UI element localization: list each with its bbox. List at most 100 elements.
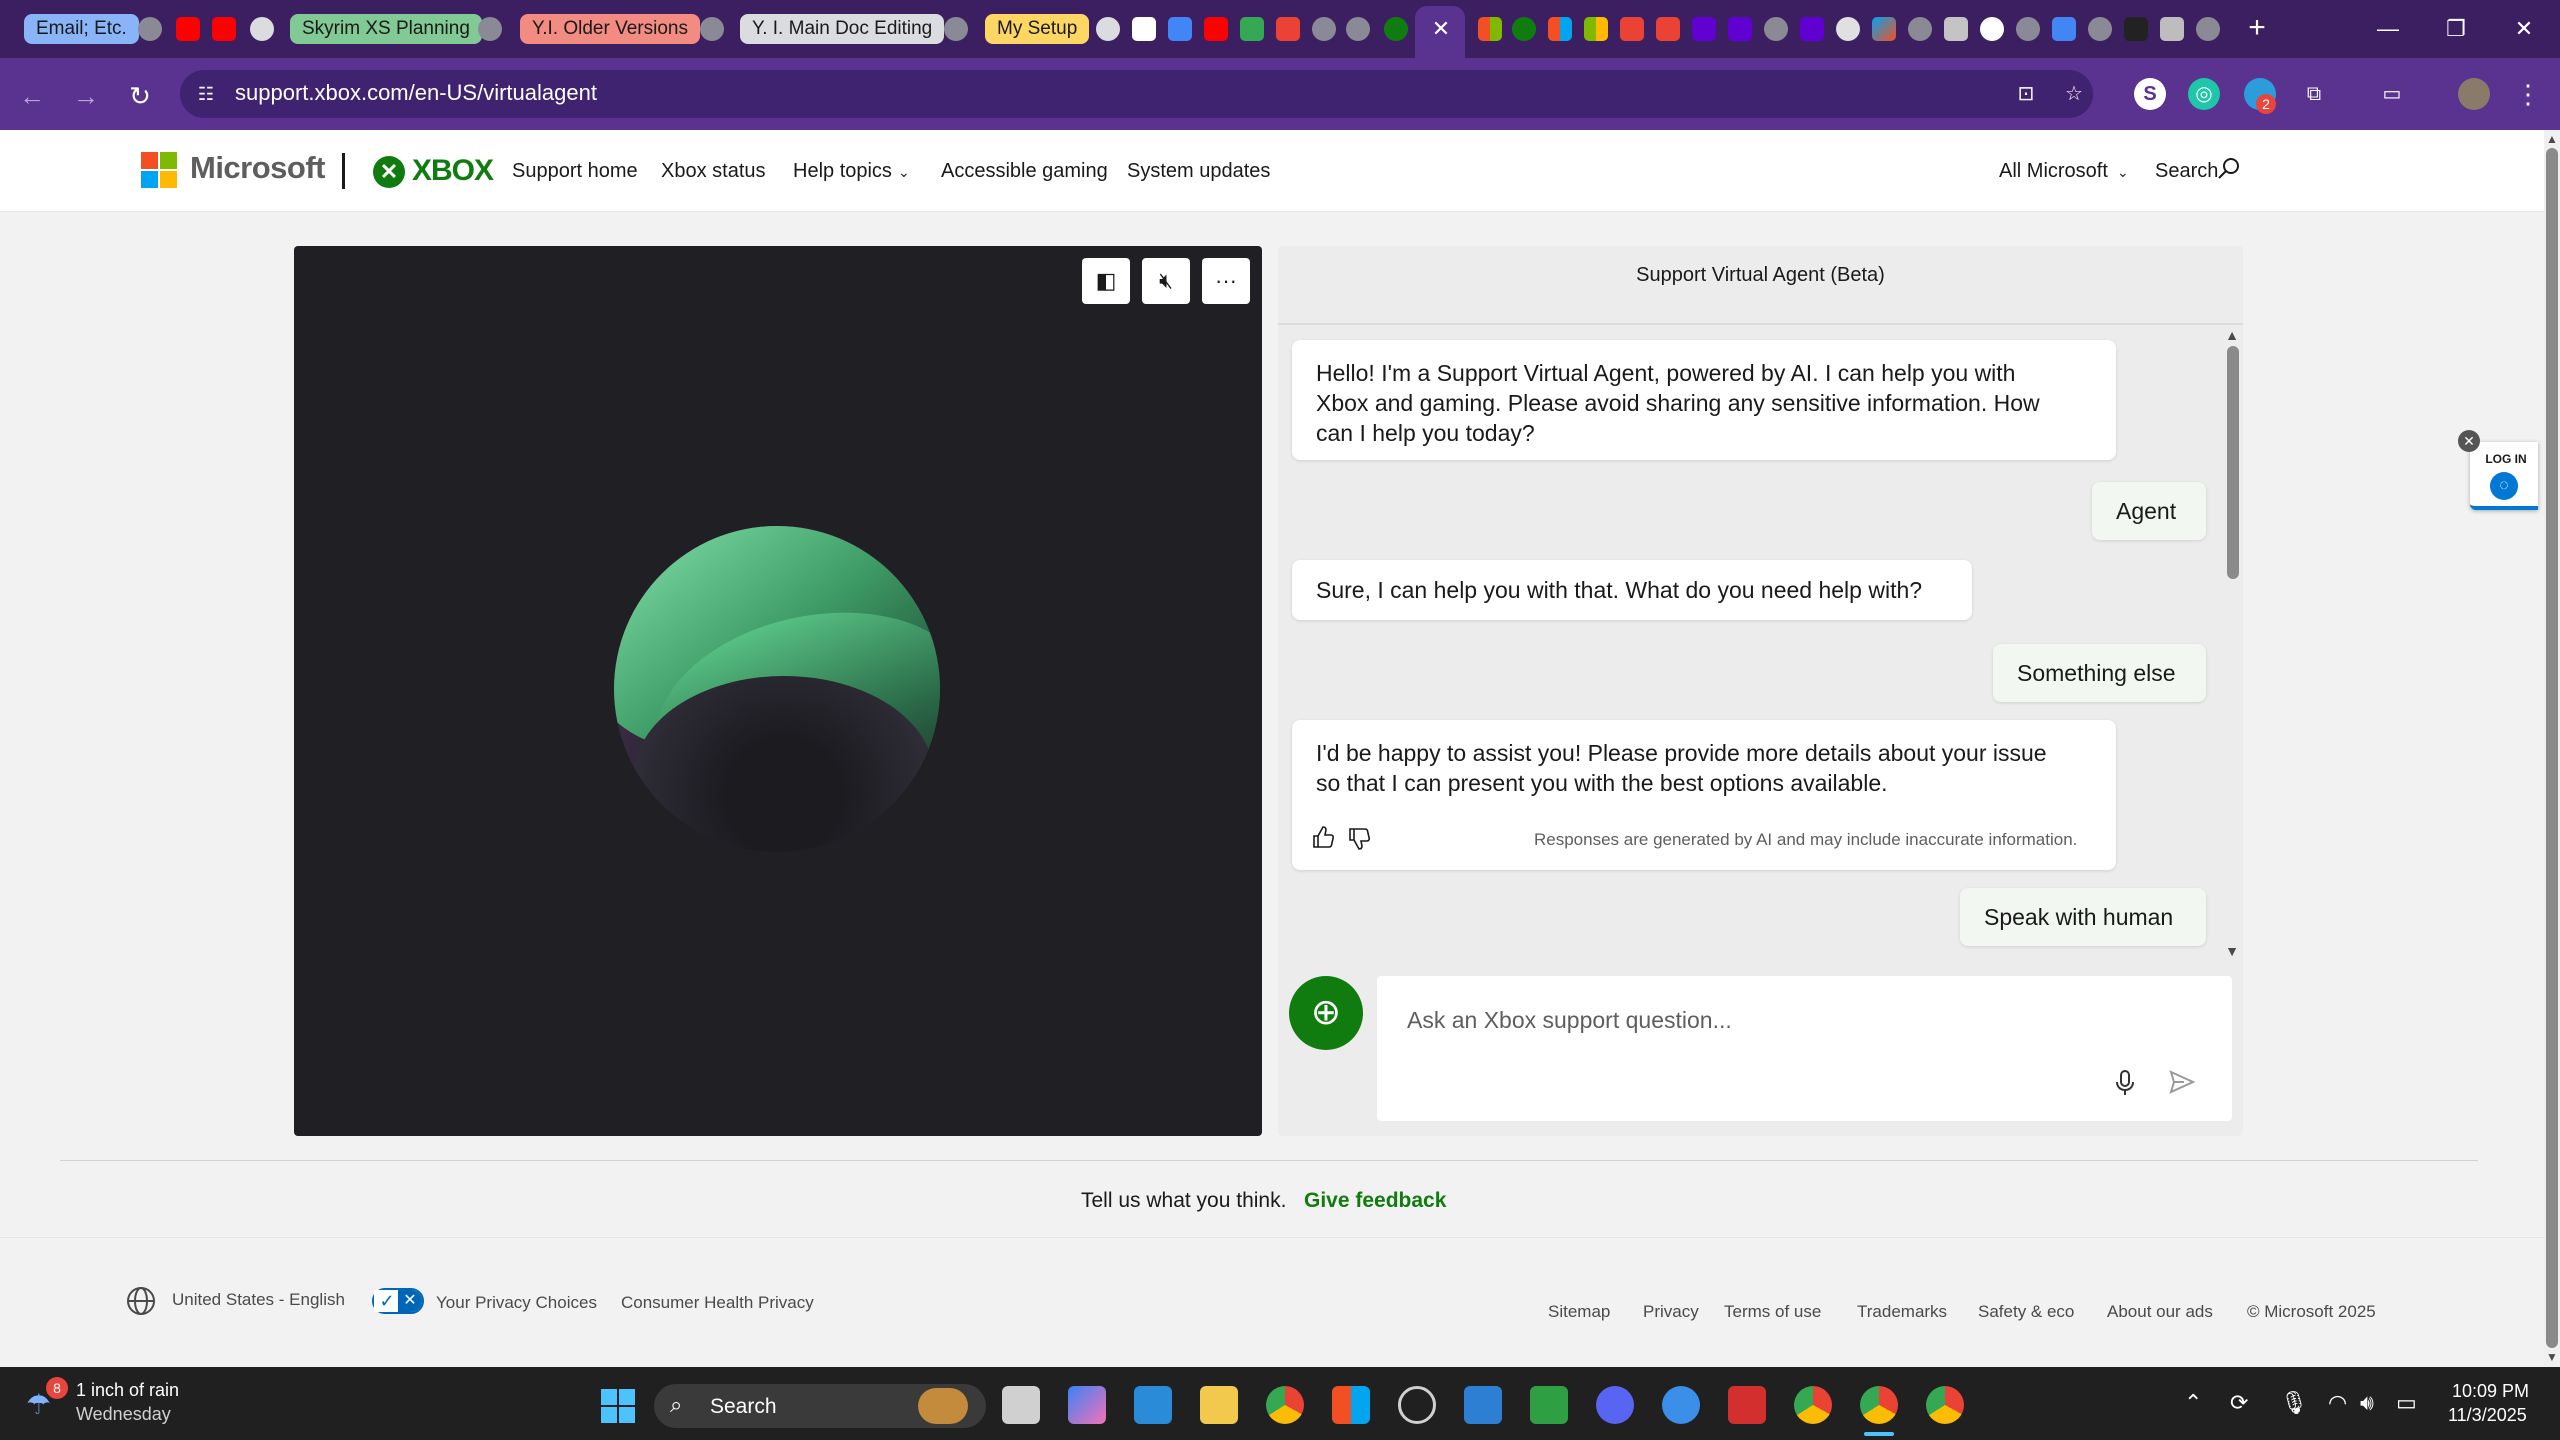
tab-favicon-globe-icon[interactable] <box>1312 17 1336 41</box>
help-icon[interactable] <box>1662 1386 1700 1424</box>
obs-icon[interactable] <box>1398 1386 1436 1424</box>
more-options-icon[interactable]: ··· <box>1202 258 1250 304</box>
chat-bubble-icon[interactable]: ◌ <box>2490 472 2518 500</box>
tab-favicon-xbox-icon[interactable] <box>1384 17 1408 41</box>
tab-group-main-doc[interactable]: Y. I. Main Doc Editing <box>740 14 945 44</box>
tab-favicon-app-icon[interactable] <box>1944 17 1968 41</box>
clock-date[interactable]: 11/3/2025 <box>2448 1405 2527 1426</box>
close-tab-icon[interactable]: ✕ <box>1428 14 1454 44</box>
file-explorer-icon[interactable] <box>1200 1386 1238 1424</box>
task-view-icon[interactable] <box>1002 1386 1040 1424</box>
microphone-icon[interactable]: 🎙︎ <box>2280 1390 2308 1416</box>
footer-link-safety-eco[interactable]: Safety & eco <box>1978 1302 2074 1322</box>
nav-help-topics[interactable]: Help topics <box>793 160 892 183</box>
chrome-icon[interactable] <box>1266 1386 1304 1424</box>
thumbs-up-icon[interactable] <box>1310 824 1336 850</box>
minimize-button[interactable]: — <box>2368 12 2408 46</box>
app-icon[interactable] <box>1728 1386 1766 1424</box>
login-label[interactable]: LOG IN <box>2476 452 2536 466</box>
tab-favicon-drive-icon[interactable] <box>1240 17 1264 41</box>
weather-subtitle[interactable]: Wednesday <box>76 1404 171 1425</box>
install-app-icon[interactable]: ⊡ <box>2010 78 2042 110</box>
tab-group-my-setup[interactable]: My Setup <box>985 14 1090 44</box>
tab-favicon-gmail-icon[interactable] <box>1620 17 1644 41</box>
tab-group-older-versions[interactable]: Y.I. Older Versions <box>520 14 700 44</box>
forward-button[interactable]: → <box>66 76 106 116</box>
privacy-choices-icon[interactable]: ✓ ✕ <box>372 1288 424 1314</box>
tab-favicon-youtube-icon[interactable] <box>1204 17 1228 41</box>
taskbar-search-label[interactable]: Search <box>710 1395 777 1419</box>
send-icon[interactable] <box>2168 1068 2196 1096</box>
tab-favicon-chrome-icon[interactable] <box>1096 17 1120 41</box>
start-windows-icon[interactable] <box>600 1388 636 1424</box>
tab-favicon-yahoo-icon[interactable] <box>1728 17 1752 41</box>
site-info-icon[interactable]: ☷ <box>194 82 218 106</box>
sync-icon[interactable]: ⟳ <box>2230 1390 2248 1416</box>
tab-favicon-docs-icon[interactable] <box>1168 17 1192 41</box>
tab-favicon-globe-icon[interactable] <box>2016 17 2040 41</box>
wifi-icon[interactable]: ◠ <box>2328 1390 2347 1416</box>
chat-input-box[interactable] <box>1377 976 2232 1121</box>
weather-title[interactable]: 1 inch of rain <box>76 1380 179 1401</box>
microsoft-wordmark[interactable]: Microsoft <box>190 150 326 186</box>
tab-favicon-globe-icon[interactable] <box>1764 17 1788 41</box>
copilot-icon[interactable] <box>1068 1386 1106 1424</box>
all-microsoft-menu[interactable]: All Microsoft <box>1999 160 2108 183</box>
nav-accessible-gaming[interactable]: Accessible gaming <box>941 160 1108 183</box>
tab-favicon-xbox-icon[interactable] <box>1512 17 1536 41</box>
tab-favicon-globe-icon[interactable] <box>2196 17 2220 41</box>
chevron-up-icon[interactable]: ⌃ <box>2184 1390 2202 1416</box>
chat-input[interactable] <box>1407 1004 2187 1036</box>
tab-favicon-microsoft-icon[interactable] <box>1478 17 1502 41</box>
mute-icon[interactable]: 🔇︎ <box>1142 258 1190 304</box>
chat-scroll-thumb[interactable] <box>2227 346 2239 579</box>
scroll-up-icon[interactable]: ▲ <box>2544 132 2560 146</box>
tab-favicon-app-icon[interactable] <box>1132 17 1156 41</box>
footer-link-about-ads[interactable]: About our ads <box>2107 1302 2213 1322</box>
microsoft-store-icon[interactable] <box>1332 1386 1370 1424</box>
xbox-wordmark[interactable]: XBOX <box>412 154 494 188</box>
extension-grammar-icon[interactable]: ◎ <box>2188 78 2220 110</box>
photos-icon[interactable] <box>1464 1386 1502 1424</box>
tab-favicon-app-icon[interactable] <box>2052 17 2076 41</box>
tab-favicon-globe-icon[interactable] <box>944 17 968 41</box>
back-button[interactable]: ← <box>12 76 52 116</box>
tab-group-email[interactable]: Email; Etc. <box>24 14 139 44</box>
tab-favicon-microsoft-icon[interactable] <box>1548 17 1572 41</box>
tab-favicon-gmail-icon[interactable] <box>1276 17 1300 41</box>
menu-kebab-icon[interactable]: ⋮ <box>2512 78 2544 110</box>
thumbs-down-icon[interactable] <box>1346 826 1372 852</box>
globe-icon[interactable] <box>126 1286 156 1316</box>
toggle-layout-icon[interactable]: ◧ <box>1082 258 1130 304</box>
new-tab-button[interactable]: + <box>2240 12 2274 46</box>
scroll-down-icon[interactable]: ▼ <box>2544 1350 2560 1364</box>
privacy-choices-link[interactable]: Your Privacy Choices <box>436 1293 597 1313</box>
nav-support-home[interactable]: Support home <box>512 160 638 183</box>
scroll-down-icon[interactable]: ▼ <box>2224 944 2240 958</box>
give-feedback-link[interactable]: Give feedback <box>1304 1189 1446 1213</box>
reload-button[interactable]: ↻ <box>120 76 160 116</box>
chrome-icon[interactable] <box>1926 1386 1964 1424</box>
footer-link-terms[interactable]: Terms of use <box>1724 1302 1821 1322</box>
new-chat-button[interactable]: ⊕ <box>1289 976 1363 1050</box>
locale-selector[interactable]: United States - English <box>172 1290 345 1310</box>
close-window-button[interactable]: ✕ <box>2504 12 2544 46</box>
chrome-active-icon[interactable] <box>1860 1386 1898 1424</box>
discord-icon[interactable] <box>1596 1386 1634 1424</box>
tab-favicon-youtube-icon[interactable] <box>176 17 200 41</box>
tab-favicon-app-icon[interactable] <box>2124 17 2148 41</box>
tab-favicon-gmail-icon[interactable] <box>1656 17 1680 41</box>
battery-icon[interactable]: ▭ <box>2396 1390 2417 1416</box>
clock-time[interactable]: 10:09 PM <box>2452 1381 2529 1402</box>
tab-favicon-globe-icon[interactable] <box>1908 17 1932 41</box>
search-link[interactable]: Search <box>2155 160 2218 183</box>
microphone-icon[interactable] <box>2112 1068 2138 1098</box>
footer-link-trademarks[interactable]: Trademarks <box>1857 1302 1947 1322</box>
tab-favicon-globe-icon[interactable] <box>1346 17 1370 41</box>
excel-icon[interactable] <box>1530 1386 1568 1424</box>
tab-favicon-app-icon[interactable] <box>2160 17 2184 41</box>
remote-desktop-icon[interactable] <box>1134 1386 1172 1424</box>
bookmark-star-icon[interactable]: ☆ <box>2058 78 2090 110</box>
nav-system-updates[interactable]: System updates <box>1127 160 1270 183</box>
tab-favicon-globe-icon[interactable] <box>138 17 162 41</box>
